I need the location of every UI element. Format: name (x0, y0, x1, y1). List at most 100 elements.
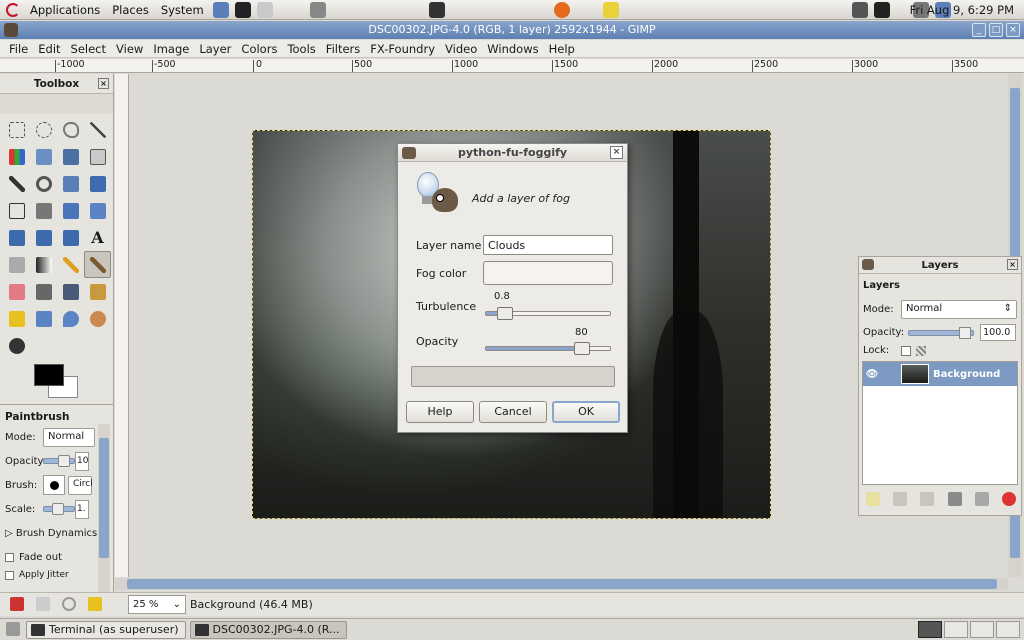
scale-spin[interactable]: 1. (75, 499, 89, 519)
fuzzy-select-tool[interactable] (84, 116, 111, 143)
smudge-tool[interactable] (84, 305, 111, 332)
help-button[interactable]: Help (406, 401, 474, 423)
new-layer-icon[interactable] (865, 492, 880, 506)
applications-menu[interactable]: Applications (24, 3, 106, 17)
foreground-select-tool[interactable] (57, 143, 84, 170)
tool-options-scrollbar[interactable] (98, 424, 110, 592)
close-icon[interactable]: × (98, 78, 109, 89)
show-desktop-icon[interactable] (6, 622, 20, 636)
eye-icon[interactable]: 👁 (863, 369, 881, 380)
blend-tool[interactable] (30, 251, 57, 278)
vertical-ruler[interactable] (115, 74, 129, 577)
workspace-3[interactable] (970, 621, 994, 638)
menu-file[interactable]: File (4, 42, 33, 56)
scissors-tool[interactable] (30, 143, 57, 170)
airbrush-tool[interactable] (30, 278, 57, 305)
notes-icon[interactable] (602, 1, 619, 18)
menu-help[interactable]: Help (544, 42, 580, 56)
ink-tool[interactable] (57, 278, 84, 305)
mail-indicator-icon[interactable] (873, 1, 890, 18)
expander-arrow-icon[interactable]: ▷ (5, 528, 16, 539)
turbulence-slider-handle[interactable] (497, 307, 513, 320)
menu-layer[interactable]: Layer (194, 42, 236, 56)
volume-icon[interactable] (851, 1, 868, 18)
export-icon[interactable] (10, 597, 24, 611)
paintbrush-tool[interactable] (84, 251, 111, 278)
anchor-layer-icon[interactable] (974, 492, 989, 506)
reset-icon[interactable] (62, 597, 76, 611)
places-menu[interactable]: Places (106, 3, 155, 17)
shear-tool[interactable] (3, 224, 30, 251)
align-tool[interactable] (3, 197, 30, 224)
ellipse-select-tool[interactable] (30, 116, 57, 143)
workspace-4[interactable] (996, 621, 1020, 638)
opacity-slider-handle[interactable] (574, 342, 590, 355)
perspective-tool[interactable] (30, 224, 57, 251)
apply-jitter-checkbox[interactable] (5, 570, 14, 580)
layers-opacity-spin[interactable]: 100.0 (980, 324, 1017, 341)
menu-video[interactable]: Video (440, 42, 482, 56)
horizontal-ruler[interactable]: -1000 -500 0 500 1000 1500 2000 2500 300… (0, 59, 1024, 73)
task-terminal[interactable]: Terminal (as superuser) (26, 620, 186, 639)
layer-row-background[interactable]: 👁 Background (863, 362, 1017, 386)
zoom-select[interactable]: 25 % ⌄ (128, 595, 186, 614)
close-icon[interactable]: × (610, 146, 623, 159)
dodge-burn-tool[interactable] (3, 332, 30, 359)
text-tool[interactable]: A (84, 224, 111, 251)
layer-name-input[interactable]: Clouds (483, 235, 613, 255)
maximize-icon[interactable]: □ (989, 23, 1003, 37)
dialog-title-bar[interactable]: python-fu-foggify × (398, 144, 627, 162)
pencil-tool[interactable] (57, 251, 84, 278)
zoom-tool[interactable] (30, 170, 57, 197)
mode-select[interactable]: Normal (43, 427, 95, 447)
menu-colors[interactable]: Colors (236, 42, 282, 56)
lock-pixels-checkbox[interactable] (901, 345, 911, 356)
disk-icon[interactable] (309, 1, 326, 18)
clone-tool[interactable] (84, 278, 111, 305)
minimize-icon[interactable]: _ (972, 23, 986, 37)
scale-tool[interactable] (84, 197, 111, 224)
duplicate-layer-icon[interactable] (947, 492, 962, 506)
task-gimp[interactable]: DSC00302.JPG-4.0 (R... (189, 620, 347, 639)
raise-layer-icon[interactable] (892, 492, 907, 506)
lower-layer-icon[interactable] (920, 492, 935, 506)
bucket-fill-tool[interactable] (3, 251, 30, 278)
menu-filters[interactable]: Filters (321, 42, 365, 56)
menu-windows[interactable]: Windows (482, 42, 543, 56)
move-tool[interactable] (84, 170, 111, 197)
close-icon[interactable]: × (1007, 259, 1018, 270)
fog-color-button[interactable] (483, 261, 613, 285)
menu-edit[interactable]: Edit (33, 42, 65, 56)
undo-icon[interactable] (36, 597, 50, 611)
horizontal-scrollbar[interactable] (115, 578, 1008, 590)
foreground-color-swatch[interactable] (34, 364, 64, 386)
crop-tool[interactable] (30, 197, 57, 224)
lock-alpha-icon[interactable] (916, 345, 926, 356)
flip-tool[interactable] (57, 224, 84, 251)
opacity-slider[interactable] (43, 455, 75, 467)
heal-tool[interactable] (3, 305, 30, 332)
debian-logo-icon[interactable] (6, 2, 20, 17)
measure-tool[interactable] (57, 170, 84, 197)
toolbox-header[interactable]: Toolbox × (0, 74, 113, 94)
close-icon[interactable]: × (1006, 23, 1020, 37)
system-menu[interactable]: System (155, 3, 210, 17)
fg-bg-colors[interactable] (34, 364, 82, 402)
workspace-2[interactable] (944, 621, 968, 638)
brush-preview[interactable] (43, 475, 65, 495)
blur-tool[interactable] (57, 305, 84, 332)
wilber-drop-area[interactable] (0, 94, 113, 114)
opacity-spin[interactable]: 10 (75, 451, 89, 471)
mail-icon[interactable] (256, 1, 273, 18)
free-select-tool[interactable] (57, 116, 84, 143)
terminal-launcher-icon[interactable] (428, 1, 445, 18)
eraser-tool[interactable] (3, 278, 30, 305)
window-title-bar[interactable]: DSC00302.JPG-4.0 (RGB, 1 layer) 2592x194… (0, 21, 1024, 39)
rotate-tool[interactable] (57, 197, 84, 224)
brush-name[interactable]: Circl (68, 475, 93, 495)
layers-opacity-slider[interactable] (908, 326, 975, 339)
opacity-slider[interactable] (485, 342, 611, 355)
layers-mode-select[interactable]: Normal ⇕ (901, 300, 1017, 319)
gimp-window-icon[interactable] (4, 23, 18, 37)
perspective-clone-tool[interactable] (30, 305, 57, 332)
